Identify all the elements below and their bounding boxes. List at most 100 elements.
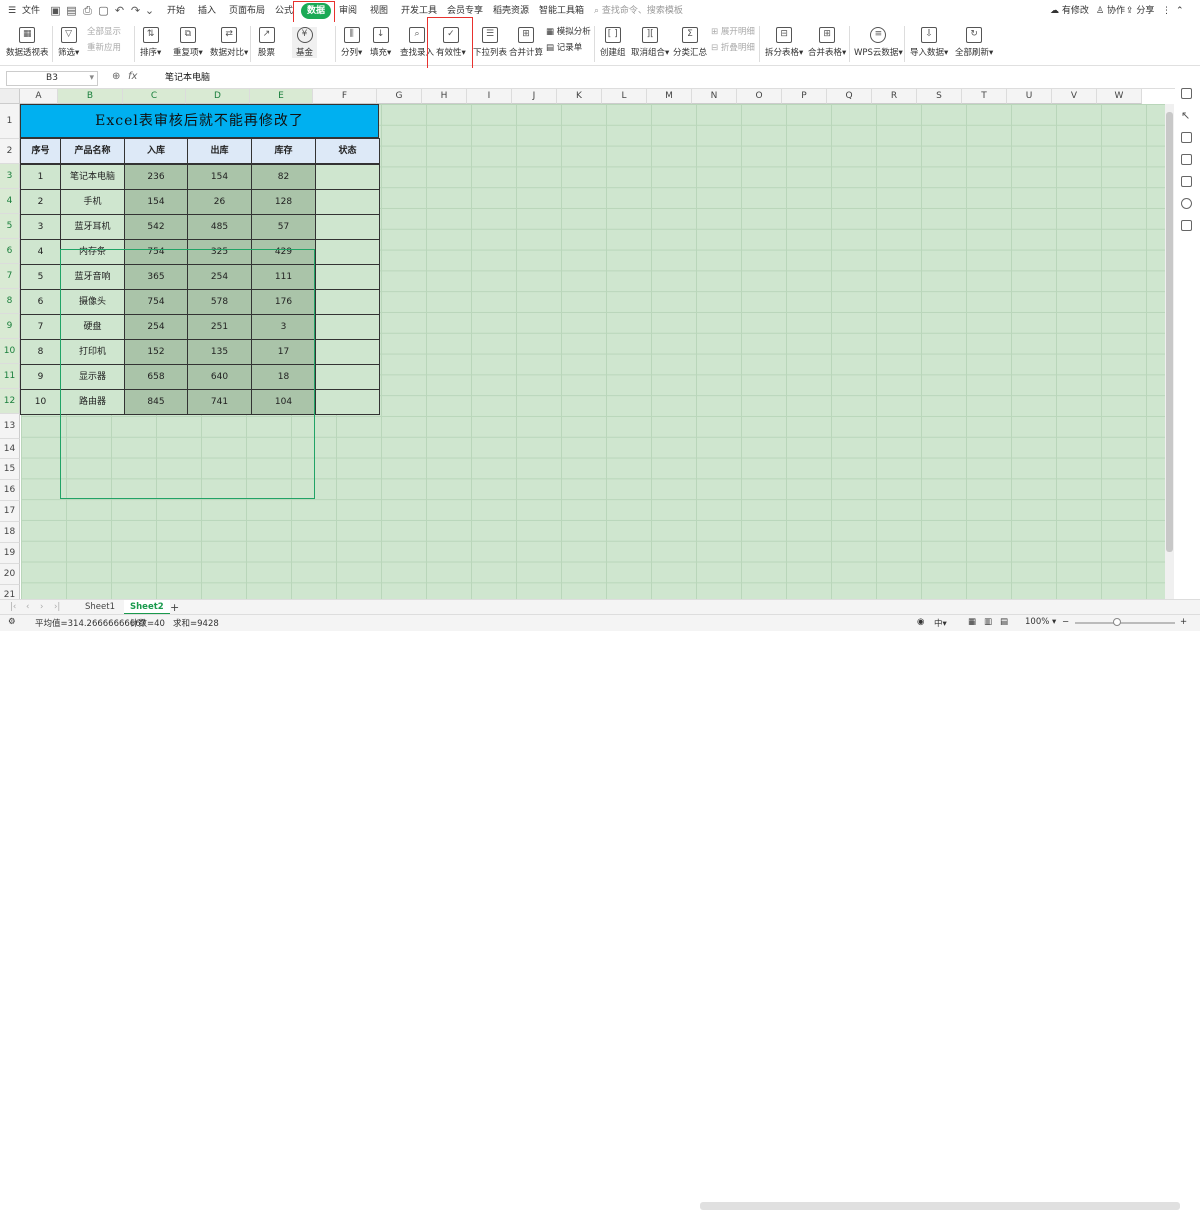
row-header-20[interactable]: 20 bbox=[0, 564, 20, 585]
normal-view-icon[interactable]: ▦ bbox=[968, 617, 976, 627]
tab-formula[interactable]: 公式 bbox=[275, 3, 293, 19]
column-header-i[interactable]: I bbox=[467, 89, 512, 104]
save-icon[interactable]: ▣ bbox=[49, 4, 62, 17]
add-sheet-icon[interactable]: + bbox=[164, 600, 185, 615]
row-header-3[interactable]: 3 bbox=[0, 164, 20, 189]
split-column-button[interactable]: ⫼ 分列▾ bbox=[341, 27, 362, 58]
column-header-f[interactable]: F bbox=[313, 89, 377, 104]
stock-button[interactable]: ↗ 股票 bbox=[258, 27, 275, 58]
row-header-10[interactable]: 10 bbox=[0, 339, 20, 364]
column-header-v[interactable]: V bbox=[1052, 89, 1097, 104]
row-header-6[interactable]: 6 bbox=[0, 239, 20, 264]
undo-icon[interactable]: ↶ bbox=[113, 4, 126, 17]
page-break-view-icon[interactable]: ▤ bbox=[1000, 617, 1008, 627]
refresh-all-button[interactable]: ↻ 全部刷新▾ bbox=[955, 27, 993, 58]
row-header-16[interactable]: 16 bbox=[0, 480, 20, 501]
what-if-button[interactable]: ▦ 模拟分析 bbox=[546, 26, 591, 38]
column-header-s[interactable]: S bbox=[917, 89, 962, 104]
zoom-out-icon[interactable]: − bbox=[1062, 617, 1069, 627]
more-icon[interactable]: ⋮ bbox=[1162, 3, 1171, 19]
data-cell[interactable]: 6 bbox=[20, 289, 61, 315]
sheet-tab-sheet2[interactable]: Sheet2 bbox=[124, 600, 170, 615]
data-cell[interactable]: 26 bbox=[187, 189, 252, 215]
column-header-l[interactable]: L bbox=[602, 89, 647, 104]
data-cell[interactable]: 7 bbox=[20, 314, 61, 340]
export-pdf-icon[interactable]: ▤ bbox=[65, 4, 78, 17]
row-header-2[interactable]: 2 bbox=[0, 139, 20, 164]
import-data-button[interactable]: ⇩ 导入数据▾ bbox=[910, 27, 948, 58]
row-header-1[interactable]: 1 bbox=[0, 104, 20, 139]
header-cell[interactable]: 状态 bbox=[315, 138, 380, 164]
row-header-14[interactable]: 14 bbox=[0, 439, 20, 459]
data-cell[interactable]: 2 bbox=[20, 189, 61, 215]
column-header-t[interactable]: T bbox=[962, 89, 1007, 104]
fx-icon[interactable]: fx bbox=[128, 71, 137, 82]
select-all-corner[interactable] bbox=[0, 89, 20, 104]
header-cell[interactable]: 入库 bbox=[124, 138, 188, 164]
data-cell[interactable]: 128 bbox=[251, 189, 316, 215]
zoom-slider-handle[interactable] bbox=[1113, 618, 1121, 626]
customize-chevron-icon[interactable]: ⌄ bbox=[143, 4, 156, 17]
row-header-4[interactable]: 4 bbox=[0, 189, 20, 214]
data-cell[interactable]: 485 bbox=[187, 214, 252, 240]
data-cell[interactable]: 82 bbox=[251, 164, 316, 190]
horizontal-scrollbar[interactable] bbox=[700, 1202, 1180, 1210]
sort-button[interactable]: ⇅ 排序▾ bbox=[140, 27, 161, 58]
data-cell[interactable] bbox=[315, 214, 380, 240]
create-group-button[interactable]: [ ] 创建组 bbox=[600, 27, 626, 58]
data-cell[interactable]: 8 bbox=[20, 339, 61, 365]
data-cell[interactable]: 4 bbox=[20, 239, 61, 265]
formula-input[interactable]: 笔记本电脑 bbox=[165, 71, 210, 86]
location-icon[interactable] bbox=[1181, 198, 1192, 209]
data-cell[interactable]: 154 bbox=[187, 164, 252, 190]
row-header-13[interactable]: 13 bbox=[0, 414, 20, 439]
merge-table-button[interactable]: ⊞ 合并表格▾ bbox=[808, 27, 846, 58]
row-header-19[interactable]: 19 bbox=[0, 543, 20, 564]
tab-view[interactable]: 视图 bbox=[370, 3, 388, 19]
data-cell[interactable]: 10 bbox=[20, 389, 61, 415]
data-cell[interactable] bbox=[315, 364, 380, 390]
data-cell[interactable]: 笔记本电脑 bbox=[60, 164, 125, 190]
zoom-level[interactable]: 100% bbox=[1025, 617, 1049, 627]
dropdown-list-button[interactable]: ☰ 下拉列表 bbox=[473, 27, 507, 58]
row-header-8[interactable]: 8 bbox=[0, 289, 20, 314]
vertical-scrollbar[interactable] bbox=[1165, 104, 1174, 599]
copy-icon[interactable] bbox=[1181, 154, 1192, 165]
expand-detail-button[interactable]: ⊞ 展开明细 bbox=[711, 26, 755, 38]
tab-page-layout[interactable]: 页面布局 bbox=[229, 3, 265, 19]
row-header-15[interactable]: 15 bbox=[0, 459, 20, 480]
data-cell[interactable] bbox=[315, 239, 380, 265]
theme-icon[interactable] bbox=[1181, 88, 1192, 99]
data-cell[interactable] bbox=[315, 164, 380, 190]
settings-slider-icon[interactable] bbox=[1181, 132, 1192, 143]
column-header-e[interactable]: E bbox=[250, 89, 313, 104]
header-cell[interactable]: 出库 bbox=[187, 138, 252, 164]
command-search[interactable]: ⌕ 查找命令、搜索模板 bbox=[594, 3, 683, 19]
modify-button[interactable]: ☁ 有修改 bbox=[1050, 3, 1089, 19]
data-cell[interactable]: 3 bbox=[20, 214, 61, 240]
split-table-button[interactable]: ⊟ 拆分表格▾ bbox=[765, 27, 803, 58]
image-icon[interactable] bbox=[1181, 176, 1192, 187]
zoom-formula-icon[interactable]: ⊕ bbox=[112, 71, 120, 82]
data-cell[interactable]: 5 bbox=[20, 264, 61, 290]
collab-button[interactable]: ♙ 协作 bbox=[1096, 3, 1125, 19]
print-icon[interactable]: ⎙ bbox=[81, 4, 94, 17]
column-header-o[interactable]: O bbox=[737, 89, 782, 104]
duplicates-button[interactable]: ⧉ 重复项▾ bbox=[173, 27, 203, 58]
pointer-icon[interactable]: ↖ bbox=[1181, 110, 1192, 121]
data-cell[interactable]: 236 bbox=[124, 164, 188, 190]
page-layout-view-icon[interactable]: ▥ bbox=[984, 617, 992, 627]
row-header-7[interactable]: 7 bbox=[0, 264, 20, 289]
fund-button[interactable]: ¥ 基金 bbox=[292, 27, 318, 58]
record-form-button[interactable]: ▤ 记录单 bbox=[546, 42, 582, 54]
input-method-icon[interactable]: 中▾ bbox=[934, 617, 947, 629]
row-header-12[interactable]: 12 bbox=[0, 389, 20, 414]
column-header-u[interactable]: U bbox=[1007, 89, 1052, 104]
data-cell[interactable]: 542 bbox=[124, 214, 188, 240]
column-header-k[interactable]: K bbox=[557, 89, 602, 104]
grid-panel-icon[interactable] bbox=[1181, 220, 1192, 231]
data-cell[interactable]: 1 bbox=[20, 164, 61, 190]
last-sheet-icon[interactable]: ›| bbox=[48, 600, 66, 615]
tab-insert[interactable]: 插入 bbox=[198, 3, 216, 19]
reapply-button[interactable]: 重新应用 bbox=[87, 42, 121, 54]
